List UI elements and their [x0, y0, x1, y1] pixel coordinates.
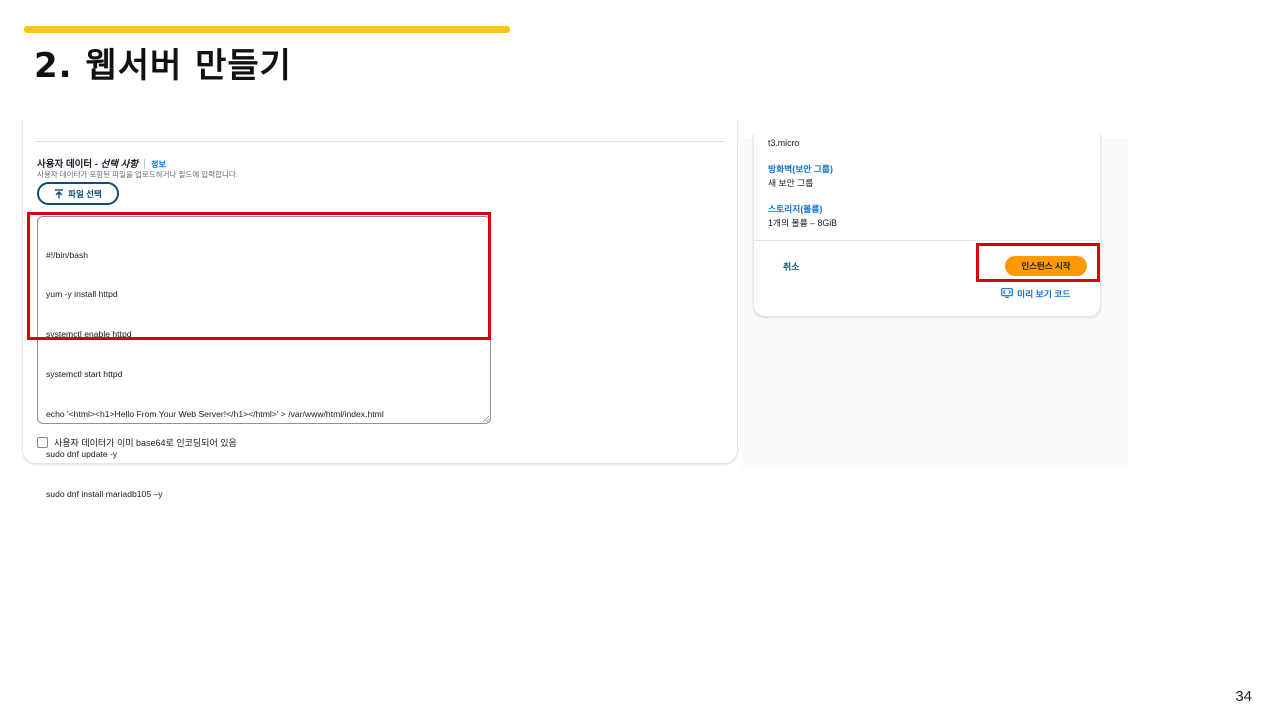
resize-handle-icon[interactable] — [483, 416, 489, 422]
header-separator — [144, 159, 146, 170]
code-line: sudo dnf install mariadb105 –y — [46, 488, 163, 499]
user-data-description: 사용자 데이터가 포함된 파일을 업로드하거나 필드에 입력합니다. — [37, 170, 238, 179]
base64-checkbox-row[interactable]: 사용자 데이터가 이미 base64로 인코딩되어 있음 — [37, 436, 237, 449]
page-number: 34 — [1235, 688, 1252, 705]
summary-panel: t3.micro 방화벽(보안 그룹) 새 보안 그룹 스토리지(볼륨) 1개의… — [753, 134, 1101, 317]
preview-code-label: 미리 보기 코드 — [1017, 289, 1071, 299]
user-data-header: 사용자 데이터 - 선택 사항 정보 — [37, 156, 166, 170]
code-line: sudo dnf update -y — [46, 449, 118, 460]
title-accent-bar — [24, 26, 510, 33]
code-preview-icon — [1001, 287, 1013, 300]
summary-divider — [754, 240, 1100, 241]
base64-checkbox[interactable] — [37, 437, 48, 448]
storage-link[interactable]: 스토리지(볼륨) — [768, 202, 822, 215]
firewall-link[interactable]: 방화벽(보안 그룹) — [768, 162, 833, 175]
panel-divider — [35, 141, 725, 142]
slide-title: 2. 웹서버 만들기 — [34, 46, 292, 86]
base64-checkbox-label: 사용자 데이터가 이미 base64로 인코딩되어 있음 — [54, 438, 237, 448]
storage-value: 1개의 볼륨 – 8GiB — [768, 218, 838, 228]
choose-file-button[interactable]: 파일 선택 — [37, 182, 119, 205]
choose-file-label: 파일 선택 — [68, 188, 102, 199]
upload-icon — [54, 188, 64, 199]
preview-code-link[interactable]: 미리 보기 코드 — [1001, 287, 1070, 300]
cancel-button[interactable]: 취소 — [783, 260, 800, 273]
code-highlight-box — [27, 212, 491, 340]
firewall-value: 새 보안 그룹 — [768, 178, 814, 188]
code-line: systemctl start httpd — [46, 369, 123, 380]
code-line: echo '<html><h1>Hello From Your Web Serv… — [46, 409, 384, 420]
launch-highlight-box — [976, 243, 1100, 282]
info-link[interactable]: 정보 — [151, 160, 166, 169]
instance-type-value: t3.micro — [768, 138, 800, 148]
